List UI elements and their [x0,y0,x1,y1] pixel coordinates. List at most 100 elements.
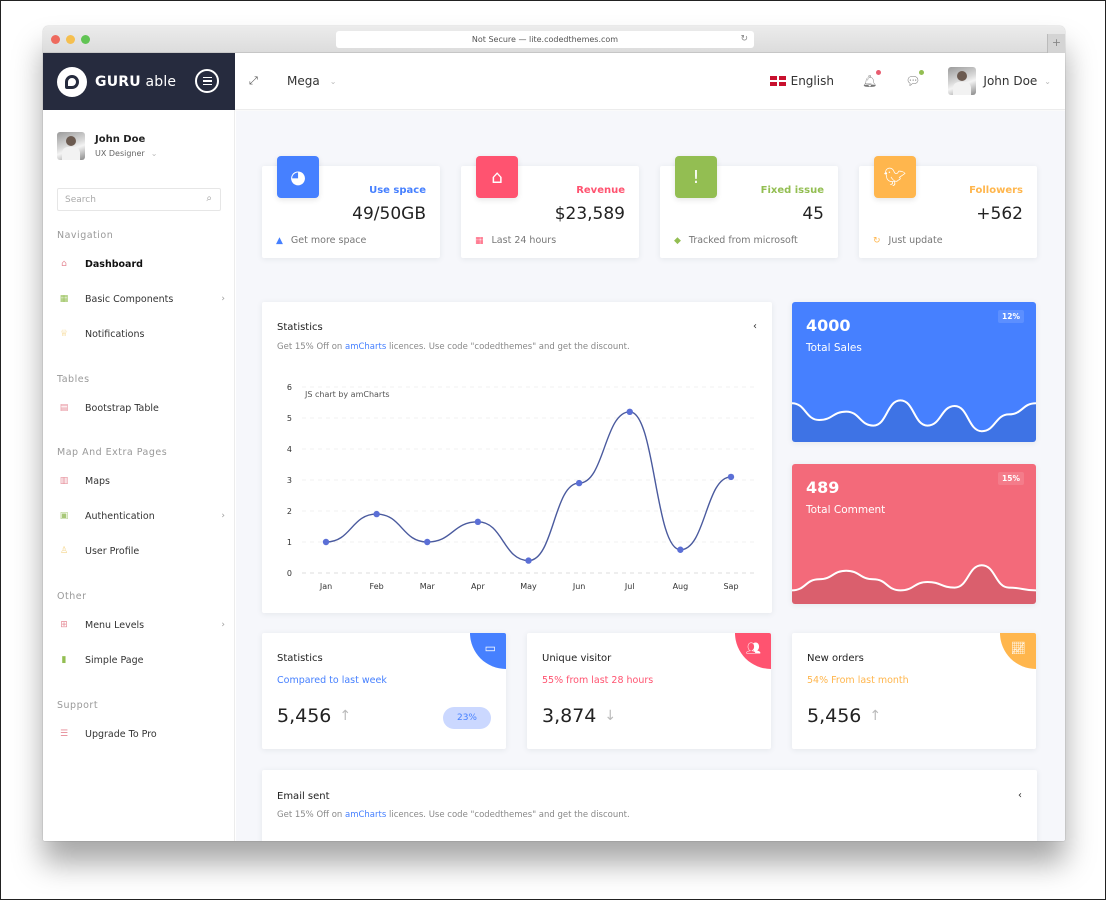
stat-footer-text: Last 24 hours [491,235,557,246]
warning-icon: ▲ [276,235,283,246]
sidebar-item-simple-page[interactable]: ▮ Simple Page [57,650,225,670]
data-point[interactable] [727,473,735,481]
sidebar-search-input[interactable]: Search ⌕ [57,188,221,211]
data-point[interactable] [626,408,633,415]
color-card-value: 4000 [806,316,851,335]
pie-chart-icon: ◕ [277,156,319,198]
small-card-subtitle: Compared to last week [277,675,387,686]
data-point[interactable] [525,557,532,564]
sidebar: John Doe UX Designer ⌄ Search ⌕ Navigati… [43,110,235,841]
address-bar[interactable]: Not Secure — lite.codedthemes.com ↻ [336,31,754,48]
card-title: Email sent [277,791,330,802]
table-icon: ▤ [59,403,69,413]
search-placeholder: Search [65,194,96,205]
language-label: English [790,74,834,88]
data-point[interactable] [474,518,482,526]
line-chart: 0 1 2 3 4 5 6 JS chart by amCharts Jan Feb Mar Apr M… [287,383,757,591]
reload-icon[interactable]: ↻ [740,34,748,44]
sidebar-item-maps[interactable]: ▥ Maps [57,471,225,491]
sidebar-user[interactable]: John Doe UX Designer ⌄ [57,132,157,160]
sidebar-item-authentication[interactable]: ▣ Authentication › [57,506,225,526]
calendar-icon: ▦ [475,235,484,246]
wave-chart [792,564,1036,604]
sidebar-item-dashboard[interactable]: ⌂ Dashboard [57,254,225,274]
sidebar-section-title: Support [57,700,99,711]
sidebar-item-upgrade-to-pro[interactable]: ☰ Upgrade To Pro [57,724,225,744]
new-tab-button[interactable]: + [1047,34,1065,53]
browser-window: Not Secure — lite.codedthemes.com ↻ + GU… [43,26,1065,841]
sidebar-item-basic-components[interactable]: ▦ Basic Components › [57,289,225,309]
minimize-window-button[interactable] [66,35,75,44]
home-icon: ⌂ [476,156,518,198]
data-point[interactable] [424,538,431,546]
mega-menu-dropdown[interactable]: Mega ⌄ [287,74,336,88]
sidebar-item-bootstrap-table[interactable]: ▤ Bootstrap Table [57,398,225,418]
stat-card-fixed-issue: ! Fixed issue 45 ◆ Tracked from microsof… [660,156,838,258]
chevron-down-icon: ⌄ [329,76,337,86]
stat-value: $23,589 [554,204,625,224]
sidebar-item-label: Notifications [85,328,145,340]
small-card-unique-visitor: 👥︎ Unique visitor 55% from last 28 hours… [527,633,771,749]
collapse-icon[interactable]: ‹ [1018,790,1022,801]
chart-credit[interactable]: JS chart by amCharts [304,390,390,399]
small-card-subtitle: 55% from last 28 hours [542,675,654,686]
value-text: 3,874 [542,705,597,727]
sidebar-item-notifications[interactable]: ♕ Notifications [57,324,225,344]
twitter-icon: 🐦︎ [874,156,916,198]
uk-flag-icon [769,76,786,86]
stat-footer: ▲ Get more space [276,235,366,246]
y-tick-label: 2 [287,507,292,516]
arrow-up-icon: ↑ [339,708,352,724]
stat-footer-text: Get more space [290,235,367,246]
maximize-window-button[interactable] [81,35,90,44]
data-point[interactable] [373,510,380,518]
notifications-button[interactable]: 🔔︎ [861,70,882,88]
data-point[interactable] [322,538,330,546]
window-controls [51,35,90,44]
avatar [948,67,977,95]
wave-area [792,565,1036,604]
sidebar-item-label: Authentication [85,510,155,522]
top-navbar: ⤢ Mega ⌄ English 🔔︎ 💬︎ John Doe ⌄ [235,53,1065,110]
user-profile-dropdown[interactable]: John Doe ⌄ [948,67,1051,95]
bell-icon: 🔔︎ [861,74,878,88]
series-line [325,411,732,562]
users-icon: 👥︎ [745,641,761,655]
sidebar-item-user-profile[interactable]: ♙ User Profile [57,541,225,561]
statistics-chart-card: Statistics ‹ Get 15% Off on amCharts lic… [262,302,772,613]
sidebar-item-menu-levels[interactable]: ⊞ Menu Levels › [57,615,225,635]
sidebar-item-label: Maps [85,475,110,487]
fullscreen-icon[interactable]: ⤢ [249,74,263,88]
small-card-value: 5,456 ↑ [277,705,351,727]
message-dot [919,70,925,75]
stat-label: Revenue [576,185,625,196]
avatar [57,132,85,160]
main-content: ◕ Use space 49/50GB ▲ Get more space ⌂ R… [236,111,1065,841]
email-sent-card: Email sent ‹ Get 15% Off on amCharts lic… [262,770,1037,841]
sidebar-section-title: Tables [57,374,90,385]
chevron-right-icon: › [221,511,225,521]
x-tick-label: Jul [624,582,635,591]
color-card-label: Total Comment [806,504,886,516]
sidebar-user-role: UX Designer [95,149,145,158]
x-tick-label: May [520,582,537,591]
x-tick-label: Apr [471,582,486,591]
sidebar-section-title: Navigation [57,230,114,241]
small-card-statistics: ▭ Statistics Compared to last week 5,456… [262,633,506,749]
amcharts-link[interactable]: amCharts [345,810,386,820]
chevron-down-icon[interactable]: ⌄ [151,149,158,158]
messages-button[interactable]: 💬︎ [905,70,925,88]
language-selector[interactable]: English [769,74,834,88]
search-icon[interactable]: ⌕ [206,193,212,204]
logo-icon [57,66,87,97]
sidebar-item-label: Dashboard [85,258,143,270]
chevron-right-icon: › [221,620,225,630]
data-point[interactable] [575,479,583,487]
data-point[interactable] [677,546,684,553]
address-text: Not Secure — lite.codedthemes.com [471,35,619,44]
stat-footer: ▦ Last 24 hours [475,235,556,246]
value-text: 5,456 [277,705,332,727]
menu-toggle-button[interactable] [195,69,219,93]
percent-badge: 12% [998,310,1024,323]
close-window-button[interactable] [51,35,60,44]
